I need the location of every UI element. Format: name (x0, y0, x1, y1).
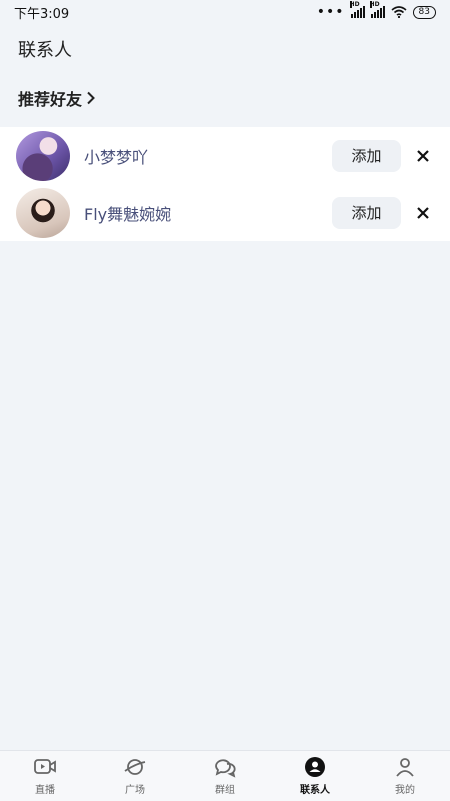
recommend-friends-label: 推荐好友 (18, 90, 83, 109)
bottom-tab-bar: 直播 广场 群组 联系人 我的 (0, 750, 450, 801)
tab-label: 群组 (215, 785, 235, 796)
recommend-friends-link[interactable]: 推荐好友 (18, 86, 96, 110)
tab-label: 直播 (35, 785, 55, 796)
contacts-icon (305, 757, 325, 777)
friend-list-item: 小梦梦吖 添加 (0, 127, 450, 184)
tab-label: 我的 (395, 785, 415, 796)
add-friend-button[interactable]: 添加 (332, 139, 401, 172)
signal-1-icon: HD (349, 1, 365, 18)
friend-list-item: Fly舞魅婉婉 添加 (0, 184, 450, 241)
signal-2-icon: HD (369, 1, 385, 18)
tab-label: 联系人 (300, 785, 330, 796)
close-icon[interactable] (414, 147, 432, 165)
wifi-icon (391, 6, 407, 18)
status-icons: ••• HD HD 83 (316, 1, 436, 20)
profile-icon (396, 758, 414, 777)
avatar[interactable] (16, 187, 70, 238)
chat-bubbles-icon (215, 759, 236, 778)
tab-square[interactable]: 广场 (90, 751, 180, 801)
close-icon[interactable] (414, 204, 432, 222)
battery-indicator: 83 (412, 5, 436, 19)
more-dots-icon: ••• (316, 4, 345, 20)
status-bar: 下午3:09 ••• HD HD 83 (0, 0, 450, 24)
tab-label: 广场 (125, 785, 145, 796)
page-title: 联系人 (18, 40, 72, 61)
tab-me[interactable]: 我的 (360, 751, 450, 801)
status-time: 下午3:09 (14, 6, 70, 22)
planet-icon (124, 759, 146, 775)
tab-live[interactable]: 直播 (0, 751, 90, 801)
chevron-right-icon (87, 91, 95, 105)
video-icon (34, 759, 56, 774)
add-friend-button[interactable]: 添加 (332, 196, 401, 229)
recommended-friend-list: 小梦梦吖 添加 Fly舞魅婉婉 添加 (0, 127, 450, 241)
avatar[interactable] (16, 130, 70, 181)
tab-groups[interactable]: 群组 (180, 751, 270, 801)
tab-contacts[interactable]: 联系人 (270, 751, 360, 801)
